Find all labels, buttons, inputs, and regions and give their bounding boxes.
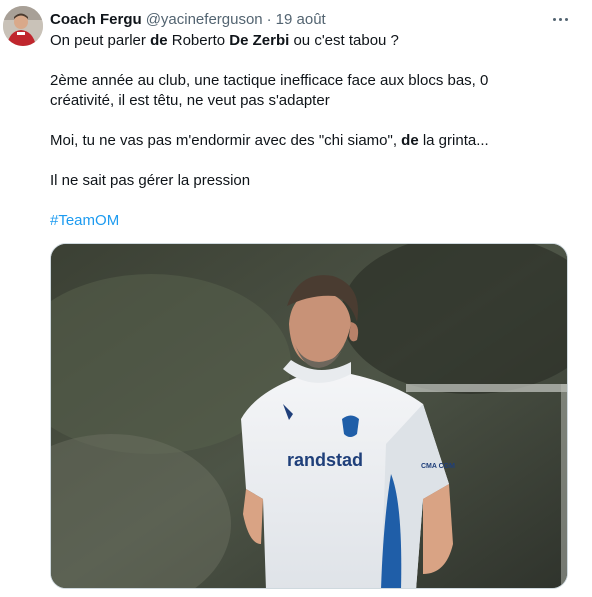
tweet-date[interactable]: 19 août [276, 11, 326, 28]
more-horizontal-icon[interactable] [549, 8, 571, 30]
tweet-line-4: Moi, tu ne vas pas m'endormir avec des "… [50, 132, 489, 149]
tweet-line-5: Il ne sait pas gérer la pression [50, 172, 251, 189]
tweet-text: On peut parler de Roberto De Zerbi ou c'… [50, 31, 580, 231]
sleeve-text: CMA CGM [421, 463, 455, 470]
hashtag-link[interactable]: #TeamOM [50, 212, 119, 229]
avatar[interactable] [3, 6, 43, 46]
user-handle[interactable]: @yacineferguson [146, 11, 263, 28]
tweet-line-1: On peut parler de Roberto De Zerbi ou c'… [50, 32, 399, 49]
tweet-photo[interactable]: randstad CMA CGM [50, 243, 568, 589]
tweet-line-3: créativité, il est têtu, ne veut pas s'a… [50, 92, 330, 109]
tweet-line-2: 2ème année au club, une tactique ineffic… [50, 72, 489, 89]
separator-dot: · [266, 10, 272, 28]
tweet-header: Coach Fergu @yacineferguson · 19 août [50, 9, 326, 29]
tweet[interactable]: Coach Fergu @yacineferguson · 19 août On… [0, 0, 592, 597]
display-name[interactable]: Coach Fergu [50, 11, 142, 28]
sponsor-text: randstad [287, 450, 363, 470]
